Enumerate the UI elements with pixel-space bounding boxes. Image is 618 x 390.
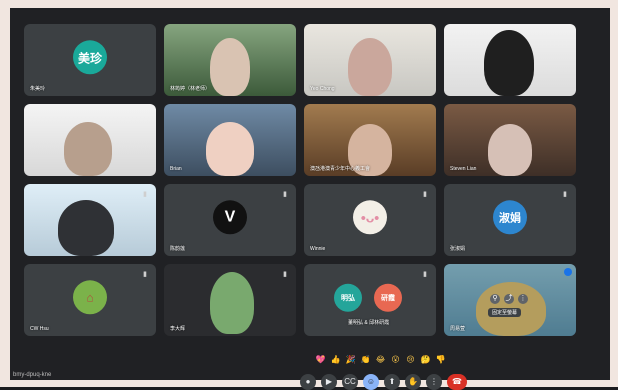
share-icon[interactable]: ⤴ [504, 294, 514, 304]
participant-video [348, 38, 392, 96]
avatar-label: 明弘 [341, 294, 355, 302]
participant-video [484, 30, 534, 96]
participant-tile[interactable]: •ᴗ• ▮ Winnie [304, 184, 436, 256]
participant-name: 周易萱 [450, 326, 466, 332]
participant-tile[interactable]: 淑娟 ▮ 张淑娟 [444, 184, 576, 256]
participant-tile[interactable]: 澳氹港澳青少年中心義工會 [304, 104, 436, 176]
more-icon: ⋮ [430, 377, 438, 386]
meeting-code: bmy-dpuq-kne [13, 372, 52, 378]
reaction-clap[interactable]: 👏 [360, 354, 371, 365]
participant-tile[interactable]: V ▮ 陈韵莲 [164, 184, 296, 256]
speaking-badge-icon [564, 268, 572, 276]
participant-name: Brian [170, 166, 182, 172]
reaction-thinking[interactable]: 🤔 [420, 354, 431, 365]
participant-avatar: 美珍 [73, 40, 107, 75]
participant-name: Winnie [310, 246, 326, 252]
reaction-thumbs-down[interactable]: 👎 [435, 354, 446, 365]
participant-video [64, 122, 112, 176]
reactions-bar: 💖 👍 🎉 👏 😂 😮 😢 🤔 👎 [315, 354, 446, 365]
reaction-party[interactable]: 🎉 [345, 354, 356, 365]
camera-button[interactable]: ▶ [321, 374, 337, 390]
participant-name: 陈韵莲 [170, 246, 186, 252]
participant-tile[interactable] [444, 24, 576, 96]
participant-tile[interactable]: ▮ 李大辉 [164, 264, 296, 336]
reaction-sad[interactable]: 😢 [405, 354, 416, 365]
reaction-laugh[interactable]: 😂 [375, 354, 386, 365]
emoji-button[interactable]: ☺ [363, 374, 379, 390]
mic-icon: ● [305, 377, 311, 386]
participant-tile[interactable]: Brian [164, 104, 296, 176]
captions-icon: CC [344, 377, 356, 386]
landscape-icon: ⌂ [86, 290, 94, 305]
more-options-icon[interactable]: ⋮ [518, 294, 528, 304]
participant-avatar: 淑娟 [493, 200, 527, 235]
meeting-screen: 美珍 朱美玲 林筠婷（林老师） Yeo Chong Brian 澳氹港澳青少年中… [10, 8, 610, 390]
participant-tile[interactable]: 明弘 研霞 ▮ 董明弘 & 邱林研霞 [304, 264, 436, 336]
participant-name: 林筠婷（林老师） [170, 86, 211, 92]
participant-tile[interactable]: ▮ [24, 184, 156, 256]
pin-icon[interactable]: ⚲ [490, 294, 500, 304]
cartoon-face-icon: •ᴗ• [360, 209, 380, 226]
mic-button[interactable]: ● [300, 374, 316, 390]
participant-tile[interactable] [24, 104, 156, 176]
avatar-label: 淑娟 [499, 212, 521, 225]
avatar-label: V [224, 208, 236, 226]
mic-muted-icon: ▮ [563, 191, 567, 198]
participant-avatar: V [213, 200, 247, 235]
participant-video [210, 38, 250, 96]
present-icon: ⬆ [388, 377, 396, 386]
participant-tile[interactable]: 美珍 朱美玲 [24, 24, 156, 96]
leave-call-button[interactable]: ☎ [447, 374, 467, 390]
outer-frame: 美珍 朱美玲 林筠婷（林老师） Yeo Chong Brian 澳氹港澳青少年中… [0, 0, 618, 390]
participant-grid: 美珍 朱美玲 林筠婷（林老师） Yeo Chong Brian 澳氹港澳青少年中… [24, 24, 584, 344]
participant-name: 李大辉 [170, 326, 186, 332]
participant-video [488, 124, 532, 176]
participant-name: Yeo Chong [310, 86, 335, 92]
hand-icon: ✋ [408, 377, 418, 386]
call-controls: ● ▶ CC ☺ ⬆ ✋ ⋮ ☎ [300, 374, 467, 390]
present-button[interactable]: ⬆ [384, 374, 400, 390]
mic-muted-icon: ▮ [283, 191, 287, 198]
participant-name: Steven Lian [450, 166, 477, 172]
mic-muted-icon: ▮ [423, 191, 427, 198]
participant-name: 朱美玲 [30, 86, 46, 92]
tooltip-pin: 固定至螢幕 [488, 308, 522, 317]
reaction-heart[interactable]: 💖 [315, 354, 326, 365]
participant-name: 董明弘 & 邱林研霞 [348, 320, 390, 326]
participant-video [58, 200, 114, 256]
participant-tile[interactable]: Yeo Chong [304, 24, 436, 96]
pin-tile-button[interactable]: ⚲ ⤴ ⋮ [490, 294, 528, 304]
participant-name: 张淑娟 [450, 246, 466, 252]
raise-hand-button[interactable]: ✋ [405, 374, 421, 390]
participant-tile[interactable]: 林筠婷（林老师） [164, 24, 296, 96]
participant-avatar: 明弘 [334, 283, 362, 312]
participant-name: 澳氹港澳青少年中心義工會 [310, 166, 371, 172]
participant-tile-highlighted[interactable]: ⚲ ⤴ ⋮ 固定至螢幕 周易萱 [444, 264, 576, 336]
participant-tile[interactable]: ⌂ ▮ CW Hsu [24, 264, 156, 336]
more-options-button[interactable]: ⋮ [426, 374, 442, 390]
avatar-label: 研霞 [381, 294, 395, 302]
mic-muted-icon: ▮ [143, 191, 147, 198]
participant-avatar-secondary: 研霞 [374, 283, 402, 312]
participant-avatar: •ᴗ• [353, 200, 387, 235]
mic-muted-icon: ▮ [283, 271, 287, 278]
reaction-thumbs-up[interactable]: 👍 [330, 354, 341, 365]
mic-muted-icon: ▮ [143, 271, 147, 278]
emoji-icon: ☺ [366, 377, 376, 386]
leave-icon: ☎ [452, 377, 462, 386]
mic-muted-icon: ▮ [423, 271, 427, 278]
reaction-surprised[interactable]: 😮 [390, 354, 401, 365]
avatar-label: 美珍 [77, 50, 102, 65]
captions-button[interactable]: CC [342, 374, 358, 390]
participant-tile[interactable]: Steven Lian [444, 104, 576, 176]
camera-icon: ▶ [325, 377, 333, 386]
participant-video [206, 122, 254, 176]
tooltip-label: 固定至螢幕 [492, 310, 518, 316]
participant-name: CW Hsu [30, 326, 49, 332]
participant-video [210, 272, 254, 334]
participant-avatar: ⌂ [73, 280, 107, 315]
